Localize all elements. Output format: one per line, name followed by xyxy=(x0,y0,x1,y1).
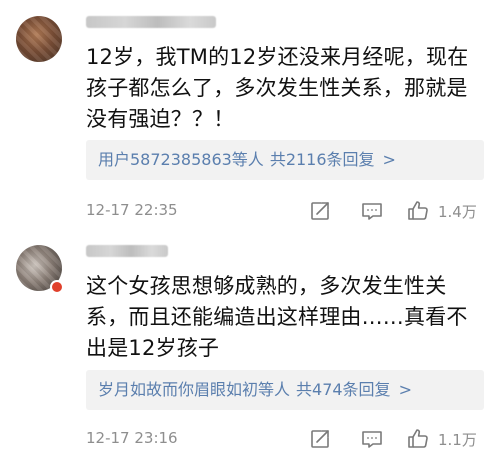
comment-text: 12岁，我TM的12岁还没来月经呢，现在孩子都怎么了，多次发生性关系，那就是没有… xyxy=(86,45,469,131)
comment-icon[interactable] xyxy=(360,199,384,223)
username-blurred[interactable] xyxy=(86,245,168,257)
comment-icon[interactable] xyxy=(360,427,384,451)
like-count: 1.4万 xyxy=(438,203,477,221)
username-blurred[interactable] xyxy=(86,16,216,28)
reply-summary: 岁月如故而你眉眼如初等人 共474条回复 > xyxy=(98,379,412,401)
chevron-right-icon: > xyxy=(382,150,396,169)
reply-users: 用户5872385863等人 xyxy=(98,150,264,169)
comment-text: 这个女孩思想够成熟的，多次发生性关系，而且还能编造出这样理由……真看不出是12岁… xyxy=(86,274,468,360)
comment-meta: 12-17 23:16 1.1万 xyxy=(86,427,486,451)
share-icon[interactable] xyxy=(308,199,332,223)
share-icon[interactable] xyxy=(308,427,332,451)
comment-time: 12-17 23:16 xyxy=(86,429,178,447)
comment-time: 12-17 22:35 xyxy=(86,201,178,219)
reply-summary: 用户5872385863等人 共2116条回复 > xyxy=(98,149,396,171)
verified-badge-icon xyxy=(50,280,64,294)
reply-summary-box[interactable]: 岁月如故而你眉眼如初等人 共474条回复 > xyxy=(86,370,484,410)
avatar[interactable] xyxy=(16,16,62,62)
reply-count: 共2116条回复 xyxy=(269,150,375,169)
like-count: 1.1万 xyxy=(438,431,477,449)
thumbs-up-icon[interactable] xyxy=(406,199,430,223)
thumbs-up-icon[interactable] xyxy=(406,427,430,451)
reply-summary-box[interactable]: 用户5872385863等人 共2116条回复 > xyxy=(86,140,484,180)
reply-count: 共474条回复 xyxy=(296,380,391,399)
chevron-right-icon: > xyxy=(398,380,412,399)
avatar-image xyxy=(16,16,62,62)
reply-users: 岁月如故而你眉眼如初等人 xyxy=(98,380,291,399)
comment-meta: 12-17 22:35 1.4万 xyxy=(86,199,486,223)
